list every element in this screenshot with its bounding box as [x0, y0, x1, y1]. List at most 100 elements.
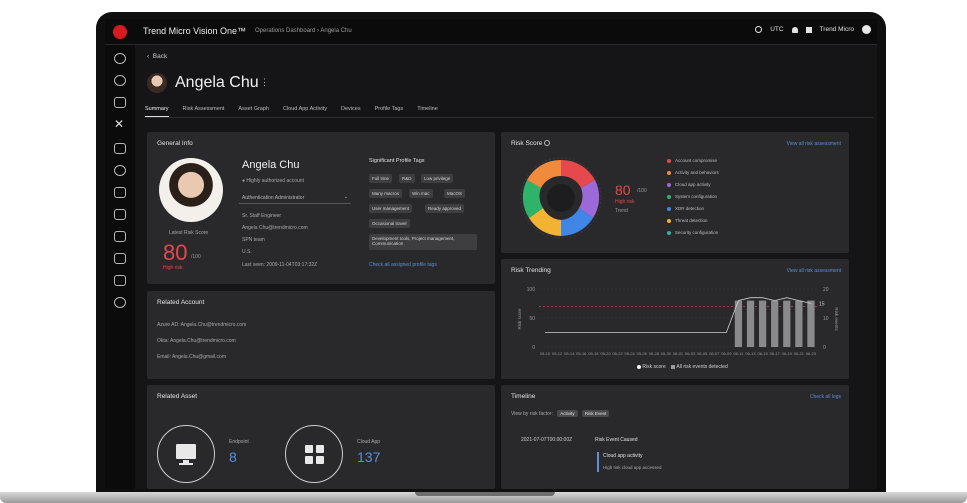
x-tick-label: 06-03: [685, 351, 696, 356]
endpoint-label: Endpoint: [229, 439, 249, 445]
legend-dot: [667, 158, 671, 163]
related-account-okta[interactable]: Okta: Angela.Chu@trendmicro.com: [157, 338, 236, 344]
tab-devices[interactable]: Devices: [341, 106, 361, 117]
x-tick-label: 05-26: [637, 351, 648, 356]
x-tick-label: 05-10: [540, 351, 551, 356]
response-icon[interactable]: [114, 209, 126, 220]
y-tick-label: 100: [527, 287, 536, 293]
cloud-app-label: Cloud App: [357, 439, 381, 445]
profile-tag[interactable]: R&D: [399, 174, 415, 183]
profile-tag[interactable]: Occasional travel: [369, 219, 410, 228]
login-icon[interactable]: [114, 143, 126, 154]
risk-score-bar: [746, 300, 755, 347]
risk-score-bar: [795, 300, 803, 347]
timeline-sub-title[interactable]: Cloud app activity: [603, 453, 642, 459]
risk-score-suffix: /100: [637, 188, 647, 194]
x-tick-label: 05-14: [564, 351, 575, 356]
threat-intel-icon[interactable]: [114, 165, 126, 176]
cloud-app-circle[interactable]: [285, 425, 343, 483]
role-select[interactable]: Authentication Administrator ⌄: [239, 193, 351, 204]
x-tick-label: 06-19: [782, 351, 793, 356]
dashboard-icon[interactable]: [114, 53, 126, 64]
tab-asset-graph[interactable]: Asset Graph: [238, 106, 269, 117]
timeline-date: 2021-07-07T00:00:00Z: [521, 437, 573, 443]
y-axis-label: Risk score: [517, 308, 522, 330]
general-info-name: Angela Chu: [242, 159, 300, 171]
check-all-logs-link[interactable]: Check all logs: [810, 394, 841, 400]
tab-divider: [145, 117, 873, 118]
top-bar-actions: UTC Trend Micro: [755, 25, 871, 34]
cloud-app-count[interactable]: 137: [357, 449, 380, 465]
legend-item: System configuration: [667, 194, 717, 199]
user-avatar-icon[interactable]: [862, 25, 871, 34]
profile-tag[interactable]: Development tools, Project management, C…: [369, 234, 477, 250]
org-name[interactable]: Trend Micro: [820, 26, 854, 33]
y2-tick-label: 0: [823, 345, 826, 351]
playbook-icon[interactable]: [114, 231, 126, 242]
tab-timeline[interactable]: Timeline: [417, 106, 438, 117]
legend-label: Cloud app activity: [675, 182, 711, 187]
sidebar: ✕: [105, 45, 135, 489]
latest-risk-suffix: /100: [191, 254, 201, 260]
x-tick-label: 06-15: [757, 351, 768, 356]
network-icon[interactable]: [114, 275, 126, 286]
back-link[interactable]: ‹ Back: [147, 53, 167, 60]
profile-tags-link[interactable]: Check all assigned profile tags: [369, 262, 437, 268]
xdr-icon[interactable]: ✕: [114, 118, 126, 130]
timeline-card: Timeline Check all logs View by risk fac…: [501, 385, 849, 489]
view-risk-assessment-link[interactable]: View all risk assessment: [787, 141, 841, 147]
breadcrumb[interactable]: Operations Dashboard › Angela Chu: [255, 28, 352, 34]
tab-cloud-app-activity[interactable]: Cloud App Activity: [283, 106, 327, 117]
x-tick-label: 06-05: [697, 351, 708, 356]
related-account-azure[interactable]: Azure AD: Angela.Chu@trendmicro.com: [157, 322, 246, 328]
back-label: Back: [152, 53, 168, 60]
x-tick-label: 06-11: [733, 351, 744, 356]
bell-icon[interactable]: [791, 26, 798, 33]
endpoint-circle[interactable]: [157, 425, 215, 483]
chip-activity[interactable]: Activity: [557, 410, 578, 417]
risk-score-bar: [783, 300, 791, 347]
risk-score-title-text: Risk Score: [511, 140, 543, 147]
risk-score-card: Risk Score View all risk assessment 80 /…: [501, 132, 849, 253]
risk-level-label: High risk: [163, 265, 183, 271]
general-info-title: General Info: [157, 140, 193, 147]
brand-title: Trend Micro Vision One™: [143, 26, 247, 36]
tab-summary[interactable]: Summary: [145, 106, 169, 117]
tab-risk-assessment[interactable]: Risk Assessment: [183, 106, 225, 117]
timezone-label[interactable]: UTC: [770, 26, 783, 33]
tab-profile-tags[interactable]: Profile Tags: [375, 106, 404, 117]
profile-tag[interactable]: MacOS: [444, 189, 466, 198]
tab-bar: Summary Risk Assessment Asset Graph Clou…: [145, 106, 452, 117]
x-tick-label: 05-28: [649, 351, 660, 356]
legend-item: Security configuration: [667, 230, 718, 235]
app-screen: Trend Micro Vision One™ Operations Dashb…: [105, 19, 877, 489]
inventory-icon[interactable]: [114, 97, 126, 108]
x-tick-label: 05-12: [552, 351, 563, 356]
endpoint-count[interactable]: 8: [229, 449, 237, 465]
x-tick-label: 05-18: [588, 351, 599, 356]
profile-tag[interactable]: User management: [369, 204, 413, 213]
clock-icon[interactable]: [755, 26, 763, 33]
legend-item: Cloud app activity: [667, 182, 711, 187]
settings-icon[interactable]: [114, 297, 126, 308]
info-icon[interactable]: [544, 140, 551, 147]
page-title: Angela Chu: [175, 74, 259, 91]
related-account-email[interactable]: Email: Angela.Chu@gmail.com: [157, 354, 226, 360]
search-icon[interactable]: [114, 75, 126, 86]
trend-micro-logo-icon[interactable]: [113, 25, 127, 39]
timeline-filter: View by risk factor: Activity Risk Event: [511, 410, 610, 417]
profile-tag[interactable]: Ready approved: [425, 204, 465, 213]
timeline-title: Timeline: [511, 393, 536, 400]
profile-tag[interactable]: Win mac: [409, 189, 433, 198]
general-info-card: General Info Angela Chu ● Highly authori…: [147, 132, 495, 284]
right-annotation: 15: [819, 302, 825, 308]
profile-tag[interactable]: Many macros: [369, 189, 403, 198]
profile-tag[interactable]: Low privilege: [421, 174, 454, 183]
chip-risk-event[interactable]: Risk Event: [581, 410, 610, 417]
legend-dot: [667, 230, 671, 235]
reports-icon[interactable]: [114, 187, 126, 198]
monitor-icon: [176, 444, 196, 465]
profile-tag[interactable]: Full time: [369, 174, 393, 183]
more-options-icon[interactable]: ⋮: [260, 77, 269, 88]
logs-icon[interactable]: [114, 253, 126, 264]
